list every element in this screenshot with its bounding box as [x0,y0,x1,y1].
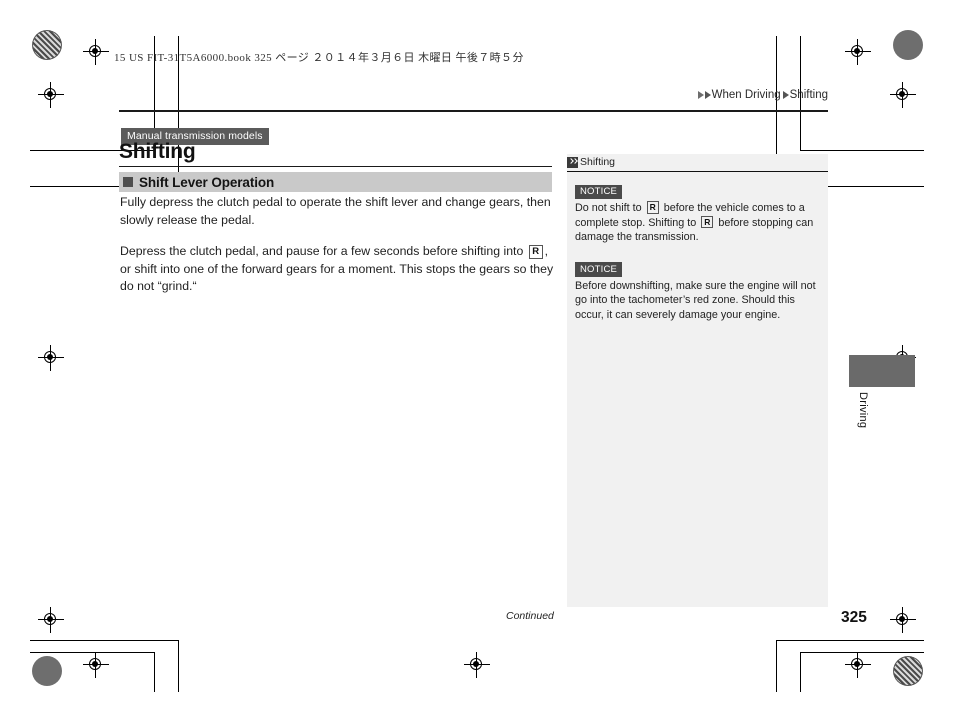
edge-tab-label: Driving [857,392,869,429]
notice-tag: NOTICE [575,262,623,277]
breadcrumb: When Driving Shifting [697,89,828,101]
book-slug-header: 15 US FIT-31T5A6000.book 325 ページ ２０１４年３月… [114,52,524,64]
triangle-right-icon [697,91,704,99]
section-heading-bar: Shift Lever Operation [119,172,552,192]
density-patch-circle [32,30,62,60]
gear-r-symbol: R [528,244,543,259]
density-patch-circle [893,656,923,686]
registration-target [83,39,109,65]
density-patch-circle [893,30,923,60]
notice-text: Before downshifting, make sure the engin… [575,279,816,321]
body-column: Fully depress the clutch pedal to operat… [120,194,554,310]
crop-line [776,640,777,692]
crop-line [154,652,155,692]
body-paragraph-1: Fully depress the clutch pedal to operat… [120,195,551,227]
paragraph-2-text-before: Depress the clutch pedal, and pause for … [120,244,524,258]
body-paragraph-2: Depress the clutch pedal, and pause for … [120,243,554,296]
edge-tab-marker [849,355,915,387]
crop-line [30,640,178,641]
sidebar-header: Shifting [567,154,828,172]
registration-target [38,345,64,371]
registration-target [38,82,64,108]
triangle-right-icon [782,91,789,99]
crop-line [30,652,154,653]
registration-target [845,652,871,678]
notice-text-before: Do not shift to [575,202,642,214]
crop-line [776,640,924,641]
title-rule [119,166,552,168]
crop-line [800,150,924,151]
notice-tag: NOTICE [575,184,623,199]
registration-target [38,607,64,633]
header-rule [119,110,828,112]
gear-r-symbol: R [646,201,659,214]
sidebar-notice-panel: Shifting NOTICE Do not shift to R before… [567,154,828,607]
registration-target [890,607,916,633]
registration-target [83,652,109,678]
notice-block: NOTICE Do not shift to R before the vehi… [575,181,828,245]
registration-target [890,82,916,108]
crop-line [800,652,801,692]
breadcrumb-topic[interactable]: Shifting [790,89,828,101]
continued-label: Continued [506,610,554,622]
section-heading-label: Shift Lever Operation [139,174,275,190]
notice-block: NOTICE Before downshifting, make sure th… [575,259,828,323]
page-title: Shifting [119,140,196,163]
breadcrumb-section[interactable]: When Driving [712,89,781,101]
triangle-right-icon [704,91,711,99]
sidebar-header-label: Shifting [580,156,616,168]
density-patch-circle [32,656,62,686]
crop-line [178,640,179,692]
gear-r-symbol: R [701,215,714,228]
page-number: 325 [841,609,867,626]
notice-text: Do not shift to R before the vehicle com… [575,201,821,245]
crop-line [800,652,924,653]
square-bullet-icon [123,177,133,187]
registration-target [464,652,490,678]
double-chevron-right-icon [567,156,578,168]
registration-target [845,39,871,65]
